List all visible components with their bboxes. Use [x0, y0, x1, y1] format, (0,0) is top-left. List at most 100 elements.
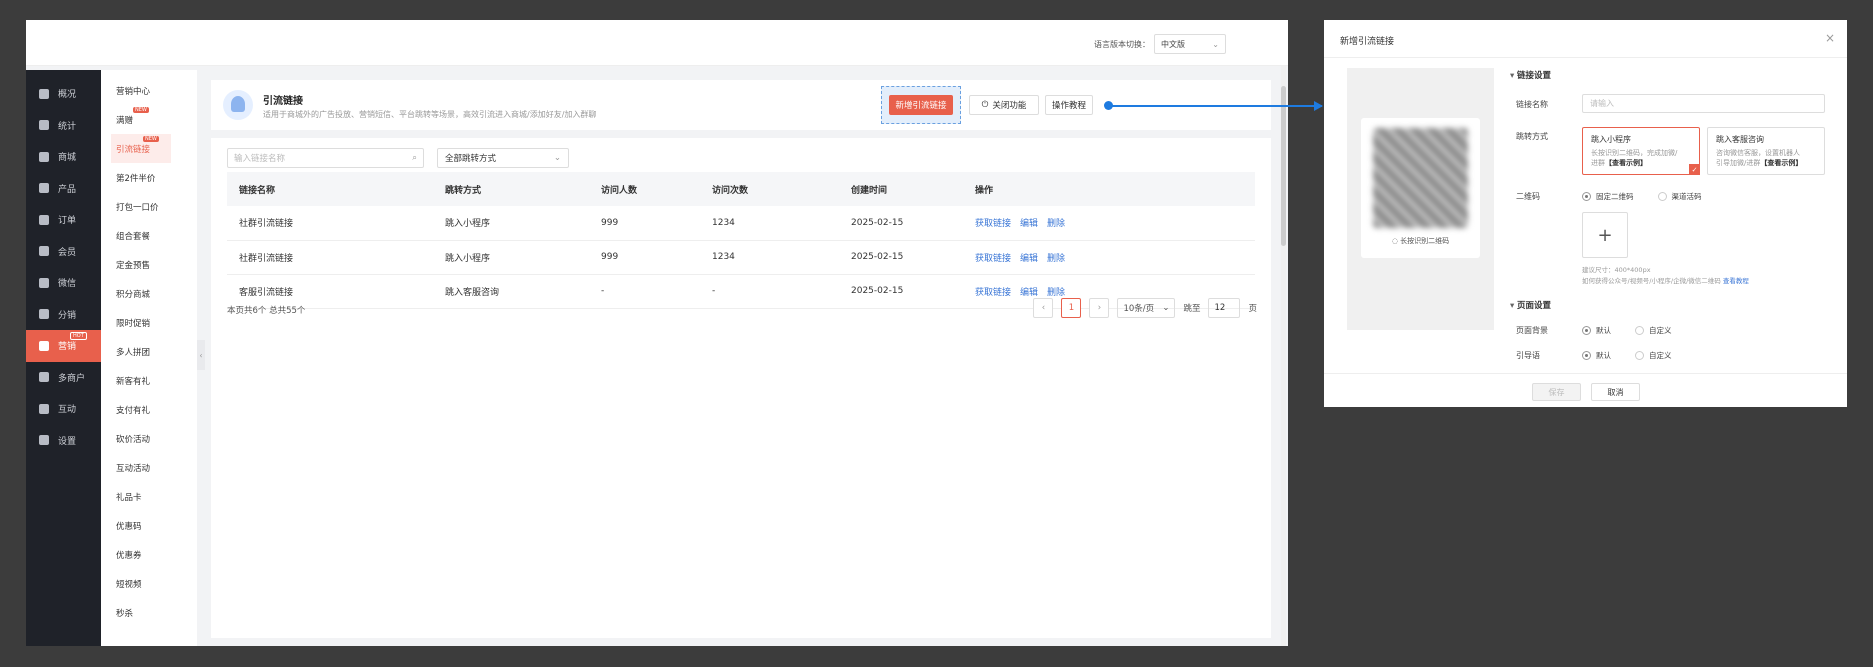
- sidebar-item[interactable]: 多商户: [26, 362, 101, 394]
- get-link-button[interactable]: 获取链接: [975, 288, 1011, 298]
- cell-name: 社群引流链接: [227, 206, 433, 241]
- page-number[interactable]: 1: [1061, 298, 1082, 318]
- subnav-item[interactable]: 引流链接 NEW: [111, 134, 171, 163]
- cell-created: 2025-02-15: [839, 206, 963, 241]
- link-name-input[interactable]: 请输入: [1582, 94, 1825, 113]
- subnav-item[interactable]: 满赠 NEW: [101, 105, 197, 134]
- language-switcher: 语言版本切换： 中文版 ⌄: [1094, 34, 1226, 54]
- save-button[interactable]: 保存: [1532, 383, 1581, 401]
- subnav-item[interactable]: 秒杀: [101, 598, 197, 627]
- sidebar-item[interactable]: 产品: [26, 173, 101, 205]
- delete-button[interactable]: 删除: [1047, 254, 1065, 264]
- upload-qr-button[interactable]: +: [1582, 212, 1628, 258]
- divider: [1324, 57, 1847, 58]
- subnav-item[interactable]: 砍价活动: [101, 424, 197, 453]
- edit-button[interactable]: 编辑: [1020, 219, 1038, 229]
- section-link-settings[interactable]: 链接设置: [1510, 69, 1551, 81]
- sidebar-item[interactable]: 互动: [26, 393, 101, 425]
- prev-page-button[interactable]: ‹: [1033, 298, 1054, 318]
- subnav-item[interactable]: 第2件半价: [101, 163, 197, 192]
- cell-jump: 跳入客服咨询: [433, 274, 589, 309]
- table-row: 社群引流链接 跳入小程序 999 1234 2025-02-15 获取链接 编辑 删除: [227, 240, 1255, 275]
- subnav-item[interactable]: 支付有礼: [101, 395, 197, 424]
- view-example-link[interactable]: 【查看示例】: [1605, 159, 1647, 167]
- subnav-item[interactable]: 打包一口价: [101, 192, 197, 221]
- subnav-item[interactable]: 定金预售: [101, 250, 197, 279]
- view-tutorial-link[interactable]: 查看教程: [1723, 277, 1749, 285]
- language-select[interactable]: 中文版 ⌄: [1154, 34, 1226, 54]
- wechat-icon: [38, 277, 50, 289]
- qr-tip: ◌ 长按识别二维码: [1391, 237, 1450, 245]
- toggle-feature-label: 关闭功能: [992, 101, 1027, 111]
- cell-name: 社群引流链接: [227, 240, 433, 275]
- annotation-arrow-head: [1314, 101, 1323, 111]
- edit-button[interactable]: 编辑: [1020, 288, 1038, 298]
- subnav-item[interactable]: 优惠码: [101, 511, 197, 540]
- get-link-button[interactable]: 获取链接: [975, 219, 1011, 229]
- subnav-item[interactable]: 礼品卡: [101, 482, 197, 511]
- radio-channel-qr[interactable]: [1657, 192, 1667, 201]
- page-size-select[interactable]: 10条/页 ⌄: [1117, 298, 1176, 318]
- edit-button[interactable]: 编辑: [1020, 254, 1038, 264]
- check-icon: ✓: [1689, 164, 1700, 175]
- sidebar-item[interactable]: 统计: [26, 110, 101, 142]
- cell-visits: 1234: [700, 240, 839, 275]
- subnav-item[interactable]: 互动活动: [101, 453, 197, 482]
- page-title: 引流链接: [263, 96, 303, 107]
- link-user-icon: [223, 90, 253, 120]
- radio-guide-default[interactable]: [1582, 351, 1591, 360]
- collapse-toggle[interactable]: ‹: [197, 340, 205, 370]
- page-scrollbar[interactable]: [1281, 66, 1286, 646]
- subnav-item[interactable]: 短视频: [101, 569, 197, 598]
- subnav-item[interactable]: 限时促销: [101, 308, 197, 337]
- scroll-thumb[interactable]: [1281, 86, 1286, 246]
- subnav-item[interactable]: 组合套餐: [101, 221, 197, 250]
- subnav-item[interactable]: 营销中心: [101, 76, 197, 105]
- cancel-button[interactable]: 取消: [1591, 383, 1640, 401]
- subnav-item-label: 第2件半价: [116, 173, 156, 184]
- radio-guide-custom[interactable]: [1635, 351, 1644, 360]
- subnav-item-label: 新客有礼: [116, 376, 151, 387]
- new-link-button[interactable]: 新增引流链接: [889, 95, 953, 115]
- sidebar-item[interactable]: 分销: [26, 299, 101, 331]
- subnav-item[interactable]: 积分商城: [101, 279, 197, 308]
- user-icon: [38, 308, 50, 320]
- jump-option-desc: 咨询微信客服，设置机器人 引导加微/进群【查看示例】: [1716, 149, 1803, 167]
- cell-jump: 跳入小程序: [433, 240, 589, 275]
- get-link-button[interactable]: 获取链接: [975, 254, 1011, 264]
- page-unit: 页: [1248, 304, 1257, 314]
- radio-bg-default[interactable]: [1582, 326, 1591, 335]
- sidebar-item[interactable]: 营销 HOT: [26, 330, 101, 362]
- subnav-item[interactable]: 新客有礼: [101, 366, 197, 395]
- search-input[interactable]: 输入链接名称 ⌕: [227, 148, 424, 168]
- subnav-item[interactable]: 多人拼团: [101, 337, 197, 366]
- sidebar-item[interactable]: 商城: [26, 141, 101, 173]
- sidebar-item[interactable]: 概况: [26, 78, 101, 110]
- toggle-feature-button[interactable]: ⏻ 关闭功能: [969, 95, 1039, 115]
- jump-page-input[interactable]: 12: [1208, 298, 1241, 318]
- radio-bg-custom[interactable]: [1635, 326, 1644, 335]
- sidebar-item[interactable]: 会员: [26, 236, 101, 268]
- sidebar-item[interactable]: 订单: [26, 204, 101, 236]
- jump-type-select[interactable]: 全部跳转方式 ⌄: [437, 148, 569, 168]
- section-page-settings[interactable]: 页面设置: [1510, 299, 1551, 311]
- crown-icon: [38, 245, 50, 257]
- tutorial-button[interactable]: 操作教程: [1045, 95, 1093, 115]
- jump-label: 跳至: [1183, 304, 1201, 314]
- cell-actions: 获取链接 编辑 删除: [963, 206, 1255, 241]
- subnav-item[interactable]: 优惠券: [101, 540, 197, 569]
- cell-visitors: -: [589, 274, 700, 309]
- sidebar-item[interactable]: 设置: [26, 425, 101, 457]
- close-icon[interactable]: ×: [1825, 31, 1835, 45]
- delete-button[interactable]: 删除: [1047, 219, 1065, 229]
- jump-option-miniprogram[interactable]: 跳入小程序 长按识别二维码，完成加微/ 进群【查看示例】 ✓: [1582, 127, 1700, 175]
- subnav-item-label: 满赠: [116, 115, 134, 126]
- jump-option-service[interactable]: 跳入客服咨询 咨询微信客服，设置机器人 引导加微/进群【查看示例】: [1707, 127, 1825, 175]
- view-example-link[interactable]: 【查看示例】: [1760, 159, 1802, 167]
- delete-button[interactable]: 删除: [1047, 288, 1065, 298]
- sidebar-item[interactable]: 微信: [26, 267, 101, 299]
- radio-fixed-qr[interactable]: [1582, 192, 1591, 201]
- next-page-button[interactable]: ›: [1089, 298, 1110, 318]
- qr-card: ◌ 长按识别二维码: [1361, 118, 1480, 258]
- subnav-item-label: 礼品卡: [116, 492, 142, 503]
